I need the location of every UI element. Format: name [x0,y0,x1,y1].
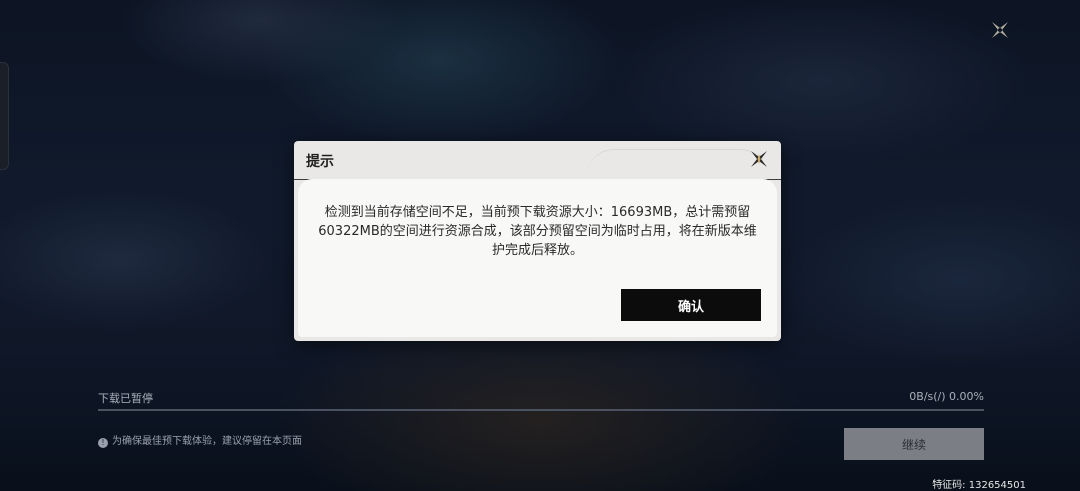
dialog-body: 检测到当前存储空间不足，当前预下载资源大小：16693MB，总计需预留60322… [298,179,777,337]
header-decoration [587,149,767,176]
side-panel-handle[interactable] [0,62,9,170]
continue-button[interactable]: 继续 [844,428,984,460]
feature-code: 特征码: 132654501 [932,480,1026,491]
close-icon[interactable] [986,16,1014,44]
download-progress-bar [98,409,984,411]
download-speed: 0B/s(/) 0.00% [909,390,984,403]
dialog-title: 提示 [306,154,334,170]
download-note-text: 为确保最佳预下载体验，建议停留在本页面 [112,436,302,447]
dialog-close-icon[interactable] [745,145,773,173]
download-note: ! 为确保最佳预下载体验，建议停留在本页面 [98,432,302,448]
dialog-header: 提示 [294,141,781,180]
notice-dialog: 提示 检测到当前存储空间不足，当前预下载资源大小：16693MB，总计需预留60… [294,141,781,341]
confirm-button[interactable]: 确认 [621,289,761,321]
dialog-message: 检测到当前存储空间不足，当前预下载资源大小：16693MB，总计需预留60322… [318,205,757,258]
download-status: 下载已暂停 [98,392,153,405]
info-icon: ! [98,438,108,448]
